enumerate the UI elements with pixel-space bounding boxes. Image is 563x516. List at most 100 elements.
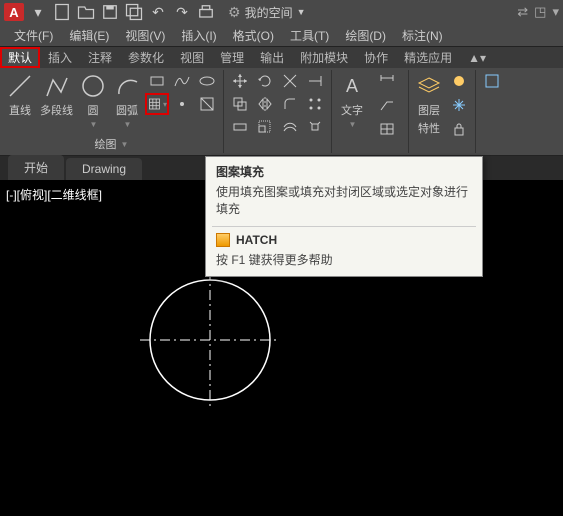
dropdown-icon[interactable]: ▾ <box>28 2 48 22</box>
draw-group: 直线 多段线 圆 ▼ 圆弧 ▼ ▾ <box>0 70 224 153</box>
chevron-down-icon: ▼ <box>124 120 132 129</box>
ribbon-panel: 直线 多段线 圆 ▼ 圆弧 ▼ ▾ <box>0 68 563 156</box>
undo-icon[interactable]: ↶ <box>148 2 168 22</box>
arc-tool[interactable]: 圆弧 ▼ <box>111 70 143 131</box>
tooltip-help: 按 F1 键获得更多帮助 <box>206 249 482 276</box>
layer-prop-tool[interactable]: 图层 特性 <box>413 70 445 138</box>
copy-icon[interactable] <box>228 93 252 115</box>
region-icon[interactable] <box>195 93 219 115</box>
circle-tool[interactable]: 圆 ▼ <box>77 70 109 131</box>
rtab-collab[interactable]: 协作 <box>356 47 396 68</box>
trim-icon[interactable] <box>278 70 302 92</box>
table-icon[interactable] <box>370 118 404 140</box>
layers-group: 图层 特性 <box>409 70 476 153</box>
gear-icon: ⚙ <box>228 4 241 21</box>
menu-insert[interactable]: 插入(I) <box>175 25 222 46</box>
menu-tools[interactable]: 工具(T) <box>284 25 335 46</box>
explode-icon[interactable] <box>303 116 327 138</box>
rtab-annotate[interactable]: 注释 <box>80 47 120 68</box>
menu-edit[interactable]: 编辑(E) <box>63 25 115 46</box>
rotate-icon[interactable] <box>253 70 277 92</box>
stretch-icon[interactable] <box>228 116 252 138</box>
ribbon-tabs: 默认 插入 注释 参数化 视图 管理 输出 附加模块 协作 精选应用 ▲▾ <box>0 46 563 68</box>
new-icon[interactable] <box>52 2 72 22</box>
chevron-down-icon: ▼ <box>90 120 98 129</box>
menu-dim[interactable]: 标注(N) <box>396 25 449 46</box>
tooltip-cmd-text: HATCH <box>236 233 277 247</box>
doctab-start[interactable]: 开始 <box>8 155 64 180</box>
menu-draw[interactable]: 绘图(D) <box>339 25 392 46</box>
svg-text:A: A <box>346 76 358 96</box>
annotation-group: A 文字 ▼ <box>332 70 409 153</box>
extend-icon[interactable] <box>303 70 327 92</box>
polyline-tool[interactable]: 多段线 <box>38 70 75 120</box>
text-label: 文字 <box>341 102 363 118</box>
layer-label: 图层 <box>418 102 440 118</box>
draw-panel-label: 绘图 <box>95 136 117 152</box>
chevron-down-icon: ▼ <box>121 140 129 149</box>
text-tool[interactable]: A 文字 ▼ <box>336 70 368 131</box>
rect-icon[interactable] <box>145 70 169 92</box>
cloud-icon[interactable]: ◳ <box>534 4 546 20</box>
redo-icon[interactable]: ↷ <box>172 2 192 22</box>
rtab-manage[interactable]: 管理 <box>212 47 252 68</box>
hatch-button[interactable]: ▾ <box>145 93 169 115</box>
chevron-down-icon: ▾ <box>163 100 167 109</box>
point-icon[interactable] <box>170 93 194 115</box>
rtab-more[interactable]: ▲▾ <box>460 49 494 67</box>
hatch-tooltip: 图案填充 使用填充图案或填充对封闭区域或选定对象进行填充 HATCH 按 F1 … <box>205 156 483 277</box>
rtab-default[interactable]: 默认 <box>0 47 40 68</box>
ellipse-icon[interactable] <box>195 70 219 92</box>
tooltip-title: 图案填充 <box>206 157 482 182</box>
mirror-icon[interactable] <box>253 93 277 115</box>
rtab-insert[interactable]: 插入 <box>40 47 80 68</box>
move-icon[interactable] <box>228 70 252 92</box>
print-icon[interactable] <box>196 2 216 22</box>
chevron-down-icon: ▼ <box>297 7 306 17</box>
fillet-icon[interactable] <box>278 93 302 115</box>
menu-view[interactable]: 视图(V) <box>119 25 171 46</box>
workspace-selector[interactable]: ⚙ 我的空间 ▼ <box>228 4 306 21</box>
saveas-icon[interactable] <box>124 2 144 22</box>
line-tool[interactable]: 直线 <box>4 70 36 120</box>
rtab-featured[interactable]: 精选应用 <box>396 47 460 68</box>
rtab-output[interactable]: 输出 <box>252 47 292 68</box>
open-icon[interactable] <box>76 2 96 22</box>
scale-icon[interactable] <box>253 116 277 138</box>
menu-format[interactable]: 格式(O) <box>227 25 280 46</box>
menu-bar: 文件(F) 编辑(E) 视图(V) 插入(I) 格式(O) 工具(T) 绘图(D… <box>0 24 563 46</box>
block-icon[interactable] <box>480 70 504 92</box>
more-group <box>476 70 508 153</box>
line-label: 直线 <box>9 102 31 118</box>
app-logo[interactable]: A <box>4 3 24 21</box>
title-bar: A ▾ ↶ ↷ ⚙ 我的空间 ▼ ⇄ ◳ ▾ <box>0 0 563 24</box>
command-icon <box>216 233 230 247</box>
layer-lock-icon[interactable] <box>447 118 471 140</box>
rtab-param[interactable]: 参数化 <box>120 47 172 68</box>
tooltip-desc: 使用填充图案或填充对封闭区域或选定对象进行填充 <box>206 182 482 226</box>
spline-icon[interactable] <box>170 70 194 92</box>
rtab-view[interactable]: 视图 <box>172 47 212 68</box>
help-icon[interactable]: ▾ <box>552 4 559 20</box>
viewport-label[interactable]: [-][俯视][二维线框] <box>6 186 102 203</box>
tooltip-command: HATCH <box>206 227 482 249</box>
array-icon[interactable] <box>303 93 327 115</box>
layerprop-label: 特性 <box>418 120 440 136</box>
modify-group <box>224 70 332 153</box>
dim-linear-icon[interactable] <box>370 70 404 92</box>
pline-label: 多段线 <box>40 102 73 118</box>
circle-object[interactable] <box>130 260 290 420</box>
layer-state-icon[interactable] <box>447 70 471 92</box>
rtab-addons[interactable]: 附加模块 <box>292 47 356 68</box>
menu-file[interactable]: 文件(F) <box>8 25 59 46</box>
save-icon[interactable] <box>100 2 120 22</box>
share-icon[interactable]: ⇄ <box>517 4 528 20</box>
leader-icon[interactable] <box>370 94 404 116</box>
doctab-drawing[interactable]: Drawing <box>66 158 142 180</box>
arc-label: 圆弧 <box>116 102 138 118</box>
circle-label: 圆 <box>88 102 99 118</box>
workspace-label: 我的空间 <box>245 4 293 21</box>
chevron-down-icon: ▼ <box>349 120 357 129</box>
layer-freeze-icon[interactable] <box>447 94 471 116</box>
offset-icon[interactable] <box>278 116 302 138</box>
